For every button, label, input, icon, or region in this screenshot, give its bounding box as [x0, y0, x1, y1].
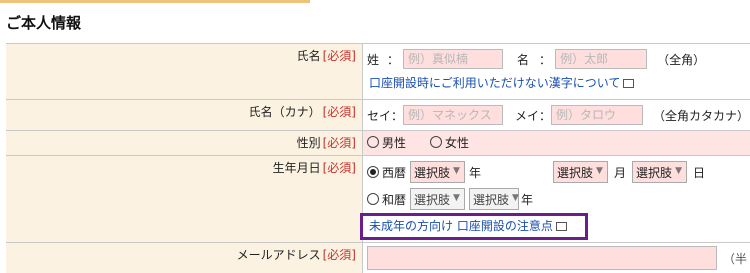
email-label-cell: メールアドレス [必須]: [6, 243, 363, 273]
name-value-cell: 姓 ： 例）真似楠 名 ： 例）太郎 （全角） 口座開設時にご利用いただけない漢…: [363, 44, 750, 99]
email-row: メールアドレス [必須] （半: [6, 243, 750, 273]
required-badge: [必須]: [322, 161, 356, 175]
section-accent-bar: [0, 0, 310, 3]
year-unit: 年: [469, 165, 482, 180]
radio-selected-icon: [367, 165, 379, 178]
japanese-year-unit: 年: [521, 192, 534, 207]
era-option-western[interactable]: 西暦: [367, 164, 406, 181]
gender-value-cell: 男性 女性: [363, 131, 750, 155]
month-unit: 月: [614, 165, 627, 180]
sei-input[interactable]: 例）マネックス: [403, 105, 504, 125]
radio-icon: [367, 135, 379, 148]
chevron-down-icon: ▼: [675, 166, 682, 176]
chevron-down-icon: ▼: [596, 166, 603, 176]
mei-label: メイ：: [515, 108, 552, 123]
month-select[interactable]: 選択肢 ▼: [553, 161, 609, 183]
day-select[interactable]: 選択肢 ▼: [632, 161, 688, 183]
last-name-input[interactable]: 例）真似楠: [403, 49, 504, 69]
gender-option-female[interactable]: 女性: [430, 134, 469, 151]
unusable-kanji-link[interactable]: 口座開設時にご利用いただけない漢字について: [369, 74, 635, 91]
day-unit: 日: [693, 165, 706, 180]
colon-separator: ：: [387, 52, 400, 67]
japanese-year-select[interactable]: 選択肢 ▼: [469, 188, 520, 210]
gender-label: 性別: [296, 136, 321, 150]
radio-icon: [430, 135, 443, 148]
birthdate-label: 生年月日: [272, 161, 321, 175]
email-input[interactable]: [367, 246, 717, 270]
japanese-era-select[interactable]: 選択肢 ▼: [410, 188, 466, 210]
unusable-kanji-link-text: 口座開設時にご利用いただけない漢字について: [369, 75, 621, 90]
required-badge: [必須]: [322, 136, 356, 150]
sei-label: セイ：: [367, 108, 404, 123]
required-badge: [必須]: [322, 105, 356, 119]
mei-input[interactable]: 例）タロウ: [551, 105, 644, 125]
name-label-cell: 氏名 [必須]: [6, 44, 363, 99]
katakana-note: （全角カタカナ）: [653, 108, 750, 123]
gender-label-cell: 性別 [必須]: [6, 131, 363, 155]
last-name-label: 姓: [367, 52, 380, 67]
kana-label-cell: 氏名（カナ） [必須]: [6, 100, 363, 130]
required-badge: [必須]: [322, 248, 356, 262]
email-label: メールアドレス: [236, 248, 321, 262]
section-title: ご本人情報: [6, 14, 82, 32]
first-name-label: 名: [517, 52, 530, 67]
email-value-cell: （半: [363, 243, 750, 273]
kana-label: 氏名（カナ）: [248, 105, 321, 119]
radio-icon: [367, 192, 379, 205]
chevron-down-icon: ▼: [453, 166, 460, 176]
first-name-input[interactable]: 例）太郎: [555, 49, 648, 69]
kana-value-cell: セイ： 例）マネックス メイ： 例）タロウ （全角カタカナ）: [363, 100, 750, 130]
external-window-icon: [623, 78, 635, 88]
fullwidth-note: （全角）: [657, 52, 706, 67]
highlight-box: [360, 213, 588, 240]
birthdate-label-cell: 生年月日 [必須]: [6, 156, 363, 242]
halfwidth-note: （半: [723, 251, 748, 266]
western-year-select[interactable]: 選択肢 ▼: [410, 161, 466, 183]
required-badge: [必須]: [322, 49, 356, 63]
gender-row: 性別 [必須] 男性 女性: [6, 131, 750, 156]
chevron-down-icon: ▼: [512, 193, 519, 203]
kana-row: 氏名（カナ） [必須] セイ： 例）マネックス メイ： 例）タロウ （全角カタカナ…: [6, 100, 750, 131]
colon-separator: ：: [539, 52, 552, 67]
gender-option-male[interactable]: 男性: [367, 134, 406, 151]
name-row: 氏名 [必須] 姓 ： 例）真似楠 名 ： 例）太郎 （全角） 口座開設時にご利用…: [6, 44, 750, 100]
name-label: 氏名: [296, 49, 321, 63]
chevron-down-icon: ▼: [453, 193, 460, 203]
era-option-japanese[interactable]: 和暦: [367, 191, 406, 208]
